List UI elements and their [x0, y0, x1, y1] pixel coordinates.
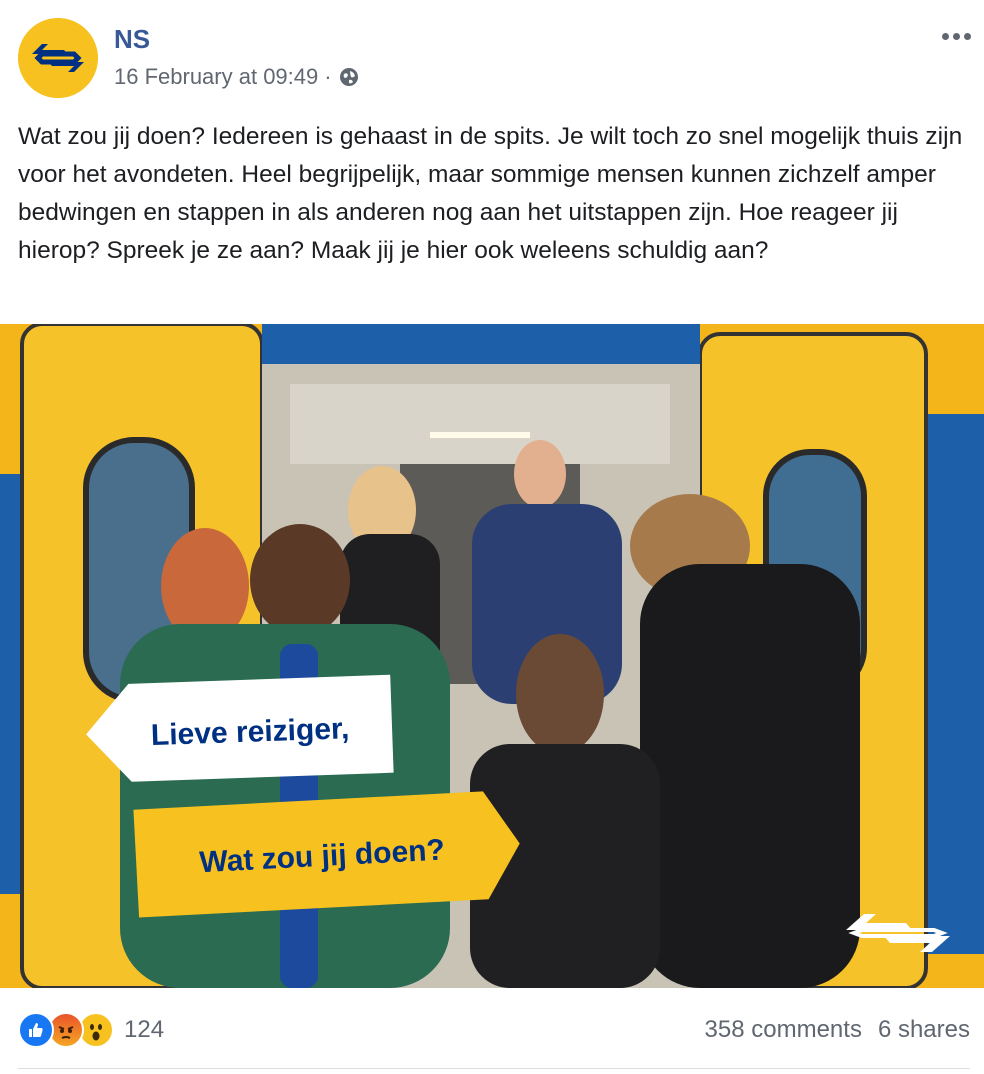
more-options-icon[interactable] [936, 22, 976, 50]
post-header: NS 16 February at 09:49 · [18, 18, 971, 98]
train-door-photo: Lieve reiziger, Wat zou jij doen? [0, 324, 984, 988]
dot [941, 32, 949, 40]
shares-link[interactable]: 6 shares [878, 1016, 970, 1044]
dot [963, 32, 971, 40]
page-name[interactable]: NS [114, 24, 150, 55]
post-photo[interactable]: Lieve reiziger, Wat zou jij doen? [0, 324, 984, 988]
post-message: Wat zou jij doen? Iedereen is gehaast in… [18, 123, 963, 264]
globe-icon[interactable] [338, 66, 360, 88]
sign-top-text: Lieve reiziger, [150, 712, 349, 752]
footer-divider [18, 1068, 970, 1069]
post-timestamp[interactable]: 16 February at 09:49 [114, 64, 318, 90]
like-icon [18, 1012, 54, 1048]
page-avatar[interactable] [18, 18, 98, 98]
dot [952, 32, 960, 40]
comments-link[interactable]: 358 comments [705, 1016, 862, 1044]
reactions-summary[interactable]: 124 [18, 1008, 164, 1052]
post-stats: 358 comments 6 shares [705, 1008, 970, 1052]
post-footer: 124 358 comments 6 shares [18, 1008, 970, 1052]
meta-separator: · [324, 64, 332, 89]
post-meta: 16 February at 09:49 · [114, 64, 360, 90]
ns-logo-icon [18, 18, 98, 98]
reaction-count: 124 [124, 1016, 165, 1043]
